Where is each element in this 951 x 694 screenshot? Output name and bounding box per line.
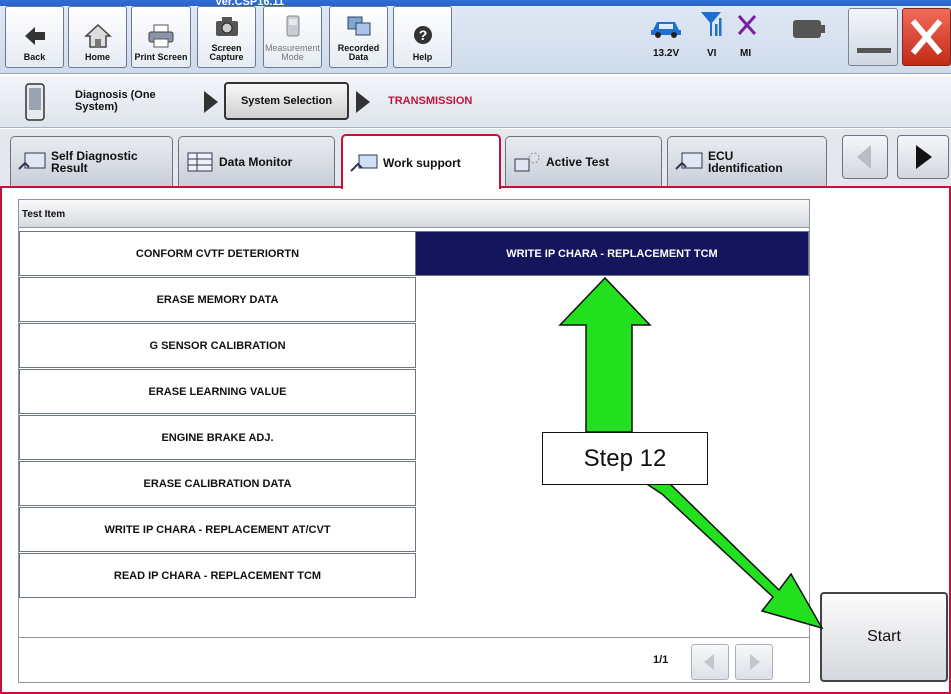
status-panel: 13.2V VI MI — [603, 6, 843, 68]
breadcrumb-diagnosis[interactable]: Diagnosis (One System) — [75, 89, 185, 113]
page-next-button[interactable] — [735, 644, 773, 680]
list-item[interactable]: ENGINE BRAKE ADJ. — [19, 415, 416, 460]
page-indicator: 1/1 — [653, 654, 669, 666]
car-icon — [651, 22, 681, 38]
tab-data-monitor[interactable]: Data Monitor — [178, 136, 335, 186]
svg-text:?: ? — [418, 27, 427, 43]
tab-bar: Self Diagnostic Result Data Monitor Work… — [0, 129, 951, 189]
chevron-left-icon — [857, 145, 871, 169]
list-item[interactable]: ERASE MEMORY DATA — [19, 277, 416, 322]
breadcrumb-system-selection[interactable]: System Selection — [224, 82, 349, 120]
measurement-icon — [286, 15, 299, 37]
mi-x-icon — [737, 15, 757, 35]
recorded-data-icon — [347, 16, 370, 36]
toolbar: Ver.CSP16.11 Back Home Print Screen Scre… — [0, 0, 951, 74]
list-item[interactable]: ERASE CALIBRATION DATA — [19, 461, 416, 506]
breadcrumb: Diagnosis (One System) — [0, 76, 951, 128]
tab-active-test[interactable]: Active Test — [505, 136, 662, 186]
start-button[interactable]: Start — [820, 592, 948, 682]
vi-label: VI — [707, 48, 717, 59]
work-support-icon — [350, 154, 378, 172]
tab-work-support[interactable]: Work support — [341, 134, 501, 189]
back-button[interactable]: Back — [5, 6, 64, 68]
list-pagination: 1/1 — [19, 637, 809, 683]
list-item[interactable]: G SENSOR CALIBRATION — [19, 323, 416, 368]
close-button[interactable] — [902, 8, 951, 66]
printer-icon — [148, 24, 174, 48]
tab-scroll-left-button[interactable] — [842, 135, 888, 179]
list-header: Test Item — [19, 200, 809, 228]
chevron-right-icon — [750, 654, 760, 670]
data-monitor-icon — [187, 152, 213, 171]
list-item[interactable]: WRITE IP CHARA - REPLACEMENT AT/CVT — [19, 507, 416, 552]
voltage-readout: 13.2V — [653, 48, 680, 59]
tab-ecu-identification[interactable]: ECU Identification — [667, 136, 827, 186]
tab-scroll-right-button[interactable] — [897, 135, 949, 179]
chevron-right-icon — [916, 145, 932, 169]
breadcrumb-separator-icon — [356, 91, 370, 113]
ecu-module-icon — [25, 83, 45, 121]
help-icon: ? — [413, 26, 432, 44]
minimize-button[interactable] — [848, 8, 898, 66]
screen-capture-button[interactable]: Screen Capture — [197, 6, 256, 68]
minimize-icon — [857, 48, 891, 53]
step-label: Step 12 — [542, 432, 708, 485]
chevron-left-icon — [704, 654, 714, 670]
mi-label: MI — [740, 48, 752, 59]
camera-icon — [215, 17, 238, 36]
recorded-data-button[interactable]: Recorded Data — [329, 6, 388, 68]
breadcrumb-separator-icon — [204, 91, 218, 113]
print-screen-button[interactable]: Print Screen — [131, 6, 191, 68]
back-arrow-icon — [24, 27, 45, 45]
breadcrumb-current: TRANSMISSION — [388, 95, 473, 107]
measurement-mode-button[interactable]: Measurement Mode — [263, 6, 322, 68]
list-item[interactable]: READ IP CHARA - REPLACEMENT TCM — [19, 553, 416, 598]
list-item-selected[interactable]: WRITE IP CHARA - REPLACEMENT TCM — [415, 231, 809, 276]
home-button[interactable]: Home — [68, 6, 127, 68]
active-test-icon — [514, 152, 540, 171]
list-item[interactable]: ERASE LEARNING VALUE — [19, 369, 416, 414]
signal-icon — [701, 12, 722, 36]
tab-self-diagnostic-result[interactable]: Self Diagnostic Result — [10, 136, 173, 186]
help-button[interactable]: ? Help — [393, 6, 452, 68]
page-prev-button[interactable] — [691, 644, 729, 680]
close-icon — [910, 19, 943, 55]
self-diagnostic-icon — [18, 152, 46, 170]
home-icon — [83, 23, 112, 48]
list-item[interactable]: CONFORM CVTF DETERIORTN — [19, 231, 416, 276]
battery-icon — [793, 20, 825, 38]
ecu-identification-icon — [675, 152, 703, 170]
